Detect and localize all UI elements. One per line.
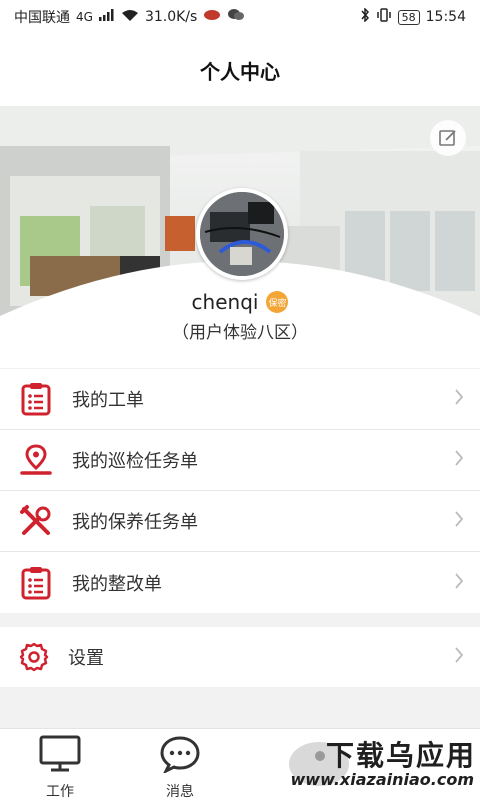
bluetooth-icon <box>360 7 370 26</box>
menu-item-my-rectification-orders[interactable]: 我的整改单 <box>0 552 480 613</box>
chevron-right-icon <box>454 450 464 470</box>
avatar[interactable] <box>196 188 288 280</box>
battery-level: 58 <box>397 9 420 25</box>
menu-item-label: 我的工单 <box>72 390 144 411</box>
tab-work[interactable]: 工作 <box>0 729 120 800</box>
app-notification-icon <box>203 9 221 25</box>
carrier-label: 中国联通 <box>14 10 70 26</box>
profile-header: chenqi 保密 （用户体验八区） <box>0 106 480 368</box>
location-pin-icon <box>18 442 54 478</box>
clock: 15:54 <box>425 9 466 25</box>
watermark-url: www.xiazainiao.com <box>290 770 474 789</box>
chevron-right-icon <box>454 572 464 593</box>
clipboard-list-icon <box>18 381 54 417</box>
monitor-icon <box>39 735 81 777</box>
tab-label: 消息 <box>166 784 194 800</box>
menu-item-label: 我的保养任务单 <box>72 512 198 533</box>
menu-item-label: 我的巡检任务单 <box>72 451 198 472</box>
tools-wrench-icon <box>18 503 54 539</box>
user-zone: （用户体验八区） <box>172 323 308 343</box>
signal-icon <box>98 9 115 25</box>
wechat-icon <box>227 8 245 26</box>
watermark: 下载乌应用 www.xiazainiao.com <box>284 726 480 800</box>
settings-label: 设置 <box>68 648 104 669</box>
menu-item-my-work-orders[interactable]: 我的工单 <box>0 369 480 430</box>
menu-list: 我的工单 我的巡检任务单 我的保养任务单 我的整改单 <box>0 369 480 613</box>
gender-badge: 保密 <box>266 291 289 313</box>
chevron-right-icon <box>454 511 464 531</box>
tab-label: 工作 <box>46 784 74 800</box>
status-bar: 中国联通 4G 31.0K/s 58 15:54 <box>0 0 480 34</box>
chat-bubble-icon <box>159 735 201 777</box>
chevron-right-icon <box>454 647 464 667</box>
title-bar: 个人中心 <box>0 34 480 106</box>
edit-profile-button[interactable] <box>430 120 466 156</box>
tab-messages[interactable]: 消息 <box>120 729 240 800</box>
chevron-right-icon <box>454 389 464 409</box>
clipboard-list-icon <box>18 565 54 601</box>
wifi-icon <box>121 9 139 26</box>
network-speed: 31.0K/s <box>144 9 198 25</box>
page-title: 个人中心 <box>200 59 280 84</box>
menu-item-settings[interactable]: 设置 <box>0 627 480 687</box>
username: chenqi <box>191 290 259 314</box>
menu-item-my-maintenance-tasks[interactable]: 我的保养任务单 <box>0 491 480 552</box>
vibrate-icon <box>376 8 392 26</box>
menu-item-label: 我的整改单 <box>72 573 162 595</box>
edit-icon <box>439 130 456 146</box>
network-type: 4G <box>76 10 93 24</box>
watermark-title: 下载乌应用 <box>325 739 476 772</box>
menu-item-my-inspection-tasks[interactable]: 我的巡检任务单 <box>0 430 480 491</box>
gear-icon <box>16 639 52 675</box>
